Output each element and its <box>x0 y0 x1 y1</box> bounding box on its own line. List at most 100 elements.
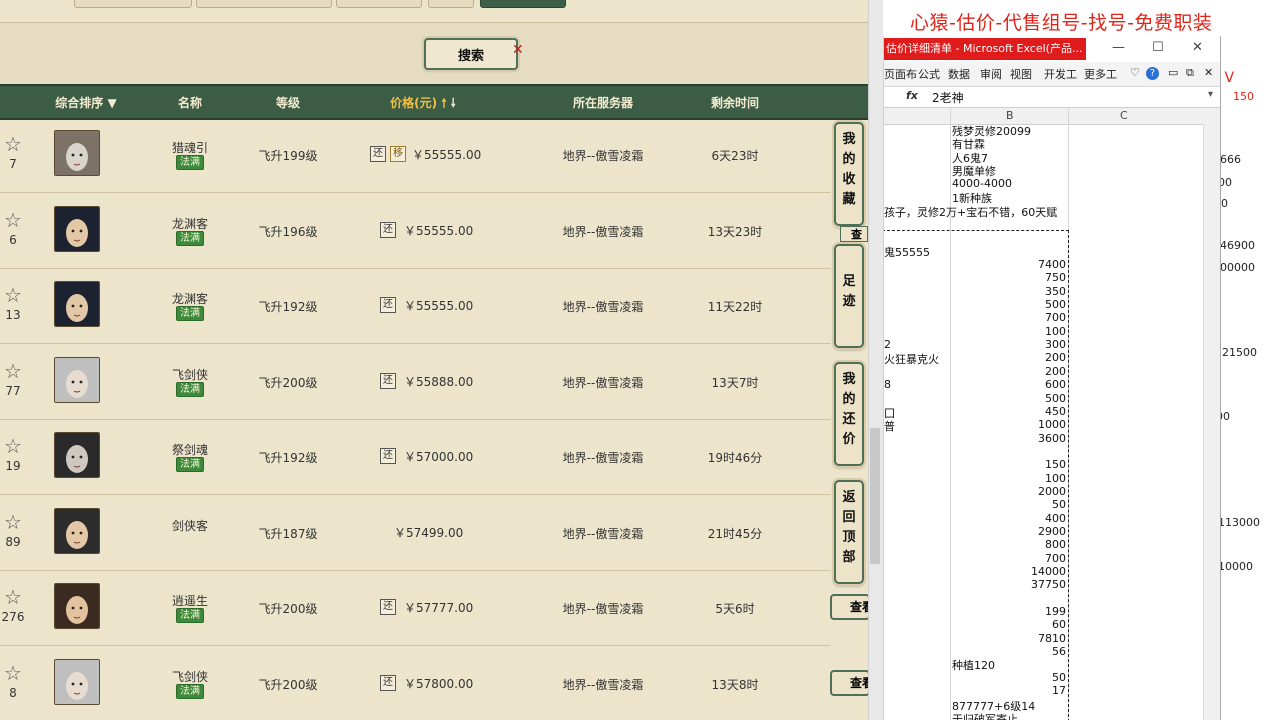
avatar[interactable] <box>54 583 100 629</box>
table-row[interactable]: ☆ 13 龙渊客 法满 飞升192级 还 ￥55555.00 地界--傲雪凌霜 … <box>0 268 830 344</box>
server-name: 地界--傲雪凌霜 <box>562 451 644 465</box>
character-name[interactable]: 飞剑侠 <box>172 366 208 383</box>
document-value: 666 <box>1220 153 1241 166</box>
filter-tab-3[interactable] <box>336 0 422 8</box>
character-name[interactable]: 龙渊客 <box>172 215 208 232</box>
filter-tab-active[interactable] <box>480 0 566 8</box>
minimize-icon[interactable]: — <box>1112 40 1125 55</box>
character-name[interactable]: 祭剑魂 <box>172 441 208 458</box>
help-icon[interactable]: ? <box>1146 67 1159 80</box>
ribbon-tab[interactable]: 数据 <box>948 66 970 82</box>
character-level: 飞升200级 <box>258 375 318 390</box>
character-name[interactable]: 逍遥生 <box>172 592 208 609</box>
bargain-tag: 还 <box>380 221 396 238</box>
column-header-b[interactable]: B <box>1006 109 1014 122</box>
character-name[interactable]: 剑侠客 <box>172 517 208 534</box>
formula-value[interactable]: 2老神 <box>932 89 964 106</box>
search-button[interactable]: 搜索 <box>424 38 518 70</box>
status-badge: 法满 <box>176 683 204 699</box>
filter-tab-2[interactable] <box>196 0 332 8</box>
sort-price-header[interactable]: 价格(元) 🠕 🠗 <box>390 94 456 115</box>
star-icon[interactable]: ☆ <box>2 284 24 306</box>
ribbon-tab[interactable]: 审阅 <box>980 66 1002 82</box>
chevron-down-icon: ▼ <box>107 96 117 110</box>
favorite-count: 6 <box>9 232 17 247</box>
page-scrollbar[interactable] <box>868 0 883 720</box>
minimize-icon[interactable]: ▭ <box>1168 66 1178 79</box>
close-icon[interactable]: ✕ <box>1204 66 1213 79</box>
star-icon[interactable]: ☆ <box>2 209 24 231</box>
favorite-count: 276 <box>1 610 25 624</box>
excel-window: 估价详细清单 - Microsoft Excel(产品... — ☐ ✕ 页面布… <box>883 36 1221 720</box>
ribbon-tab[interactable]: 更多工 <box>1084 66 1117 82</box>
character-name[interactable]: 龙渊客 <box>172 290 208 307</box>
restore-icon[interactable]: ⧉ <box>1186 66 1194 80</box>
character-name[interactable]: 猎魂引 <box>172 139 208 156</box>
back-to-top-button[interactable]: 返回顶部 <box>834 480 864 584</box>
avatar[interactable] <box>54 281 100 327</box>
status-badge: 法满 <box>176 306 204 321</box>
ribbon-tab[interactable]: 公式 <box>918 66 940 82</box>
ribbon-tab[interactable]: 页面布 <box>884 66 917 82</box>
view-button-partial[interactable]: 查看 <box>840 226 868 242</box>
chevron-down-icon[interactable]: ♡ <box>1130 66 1140 79</box>
avatar[interactable] <box>54 356 100 403</box>
my-favorites-button[interactable]: 我的收藏 <box>834 122 864 226</box>
server-name: 地界--傲雪凌霜 <box>562 149 644 163</box>
cell-text[interactable]: 4000-4000 <box>952 177 1012 190</box>
my-offers-button[interactable]: 我的还价 <box>834 362 864 466</box>
star-icon[interactable]: ☆ <box>2 435 24 457</box>
copy-selection-border <box>884 230 1069 720</box>
table-row[interactable]: ☆ 19 祭剑魂 法满 飞升192级 还 ￥57000.00 地界--傲雪凌霜 … <box>0 419 830 495</box>
filter-tab-1[interactable] <box>74 0 192 8</box>
footprint-button[interactable]: 足迹 <box>834 244 864 348</box>
bargain-tag: 还 <box>380 448 396 464</box>
button-char: 还 <box>842 412 856 427</box>
fx-icon[interactable]: fx <box>906 89 918 102</box>
page-scrollbar-thumb[interactable] <box>870 428 880 564</box>
button-char: 足 <box>842 274 856 289</box>
star-icon[interactable]: ☆ <box>2 662 24 684</box>
sort-rank-header[interactable]: 综合排序 ▼ <box>55 94 116 111</box>
close-icon[interactable]: ✕ <box>1192 40 1203 55</box>
excel-scrollbar[interactable] <box>1203 124 1220 720</box>
avatar[interactable] <box>54 432 100 478</box>
maximize-icon[interactable]: ☐ <box>1152 40 1164 55</box>
remaining-time: 13天7时 <box>711 375 759 390</box>
star-icon[interactable]: ☆ <box>2 133 24 155</box>
table-row[interactable]: ☆ 89 剑侠客 飞升187级 ￥57499.00 地界--傲雪凌霜 21时45… <box>0 495 830 571</box>
favorite-count: 19 <box>5 459 21 473</box>
character-name[interactable]: 飞剑侠 <box>172 668 208 685</box>
status-badge: 法满 <box>176 381 204 397</box>
table-row[interactable]: ☆ 276 逍遥生 法满 飞升200级 还 ￥57777.00 地界--傲雪凌霜… <box>0 570 830 646</box>
ribbon-tab[interactable]: 开发工 <box>1044 66 1077 82</box>
table-row[interactable]: ☆ 7 猎魂引 法满 飞升199级 还移 ￥55555.00 地界--傲雪凌霜 … <box>0 117 830 193</box>
avatar[interactable] <box>54 205 100 252</box>
cell-text[interactable]: 孩子，灵修2万+宝石不错，60天赋 <box>884 204 1057 220</box>
market-panel: 搜索 ✕ 综合排序 ▼ 名称 等级 价格(元) 🠕 🠗 所在服务器 剩余时间 ☆… <box>0 0 868 720</box>
character-level: 飞升192级 <box>258 451 318 465</box>
avatar[interactable] <box>54 507 100 554</box>
price: ￥55888.00 <box>404 374 474 389</box>
table-row[interactable]: ☆ 6 龙渊客 法满 飞升196级 还 ￥55555.00 地界--傲雪凌霜 1… <box>0 193 830 269</box>
filter-tab-4[interactable] <box>428 0 474 8</box>
view-button[interactable]: 查看 <box>830 670 868 696</box>
button-char: 返 <box>842 490 856 505</box>
star-icon[interactable]: ☆ <box>2 586 24 608</box>
table-row[interactable]: ☆ 8 飞剑侠 法满 飞升200级 还 ￥57800.00 地界--傲雪凌霜 1… <box>0 646 830 720</box>
chevron-down-icon[interactable]: ▾ <box>1208 89 1213 100</box>
star-icon[interactable]: ☆ <box>2 360 24 382</box>
close-icon[interactable]: ✕ <box>512 42 524 58</box>
ribbon-tab[interactable]: 视图 <box>1010 66 1032 82</box>
button-char: 我 <box>842 132 856 147</box>
view-button[interactable]: 查看 <box>830 594 868 620</box>
column-header-c[interactable]: C <box>1120 109 1128 122</box>
favorite-count: 7 <box>9 157 17 171</box>
button-char: 的 <box>842 392 856 407</box>
star-icon[interactable]: ☆ <box>2 511 24 533</box>
avatar[interactable] <box>54 130 100 176</box>
remain-header: 剩余时间 <box>710 96 760 110</box>
price: ￥55555.00 <box>404 223 474 238</box>
avatar[interactable] <box>54 658 100 705</box>
table-row[interactable]: ☆ 77 飞剑侠 法满 飞升200级 还 ￥55888.00 地界--傲雪凌霜 … <box>0 344 830 420</box>
